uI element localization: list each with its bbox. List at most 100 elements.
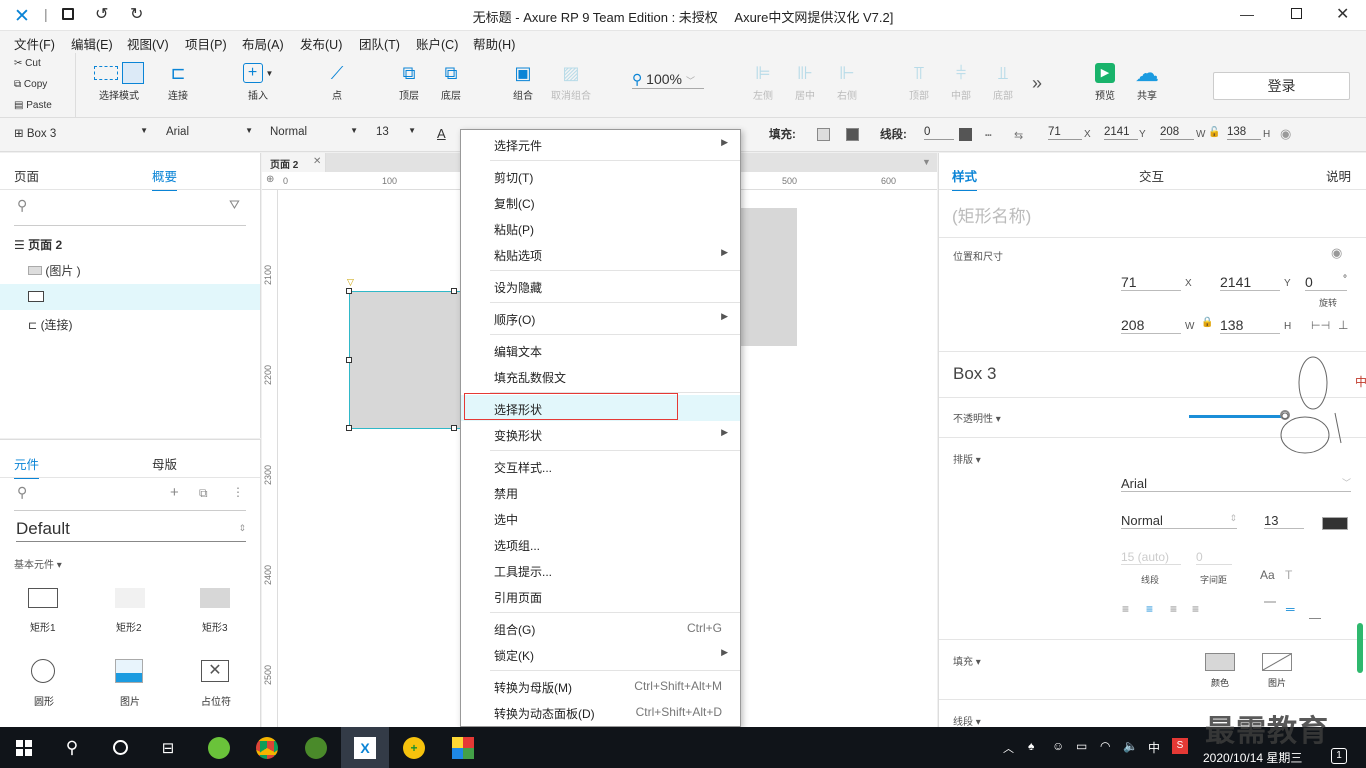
menu-view[interactable]: 视图(V)	[127, 31, 169, 53]
ctx-fill-lorem[interactable]: 填充乱数假文	[461, 363, 740, 389]
stroke-width-input[interactable]: 0	[924, 126, 954, 140]
widget-name-input[interactable]: (矩形名称)	[952, 202, 1031, 227]
line-height-field[interactable]: 15 (auto)	[1121, 550, 1181, 565]
more-vert-icon[interactable]: ⋮	[232, 485, 244, 499]
widget-style-select[interactable]: ⊞ Box 3 ▼	[14, 126, 148, 140]
align-bottom-button[interactable]: ⫫ 底部	[975, 59, 1031, 103]
opacity-slider-track[interactable]	[1189, 415, 1285, 418]
select-mode-button[interactable]: 选择模式	[90, 59, 148, 102]
menu-edit[interactable]: 编辑(E)	[71, 31, 113, 53]
arrow-style-icon[interactable]: ⇆	[1014, 129, 1023, 142]
copy-button[interactable]: ⧉ Copy	[14, 79, 47, 90]
side-widget-icon[interactable]: 中	[1355, 373, 1366, 390]
w-input[interactable]: 208	[1160, 126, 1194, 140]
app-green-icon[interactable]	[292, 727, 340, 768]
circle-widget-icon[interactable]	[31, 659, 55, 683]
tab-widgets[interactable]: 元件	[14, 454, 40, 479]
more-chevron-icon[interactable]: »	[1032, 73, 1042, 94]
ctx-reference-page[interactable]: 引用页面	[461, 583, 740, 609]
font-size-select[interactable]: 13 ▼	[376, 126, 416, 138]
app-tiles-icon[interactable]	[439, 727, 487, 768]
align-center-text-icon[interactable]: ≡	[1146, 602, 1153, 616]
resize-handle[interactable]	[451, 288, 457, 294]
paste-button[interactable]: ▤ Paste	[14, 100, 52, 111]
align-left-text-icon[interactable]: ≡	[1122, 602, 1129, 616]
typography-label[interactable]: 排版 ▾	[953, 451, 981, 466]
resize-handle[interactable]	[346, 357, 352, 363]
connect-button[interactable]: ⊏ 连接	[150, 59, 206, 103]
qq-icon[interactable]: ☺	[1052, 739, 1064, 753]
corner-radius-handle-icon[interactable]: ▽	[347, 277, 354, 288]
menu-project[interactable]: 项目(P)	[185, 31, 227, 53]
tab-notes[interactable]: 说明	[1326, 166, 1351, 185]
tray-chevron-icon[interactable]: ︿	[1003, 740, 1014, 756]
menu-help[interactable]: 帮助(H)	[473, 31, 515, 53]
search-icon[interactable]: ⚲	[17, 197, 27, 214]
ctx-copy[interactable]: 复制(C)	[461, 189, 740, 215]
ctx-convert-master[interactable]: 转换为母版(M) Ctrl+Shift+Alt+M	[461, 673, 740, 699]
font-family-select[interactable]: Arial ▼	[166, 126, 253, 138]
send-to-back-button[interactable]: ⧉ 底层	[423, 59, 479, 103]
wifi-icon[interactable]: ◠	[1100, 739, 1110, 753]
battery-icon[interactable]: ▭	[1076, 739, 1087, 753]
font-family-field[interactable]: Arial ﹀	[1121, 476, 1351, 492]
valign-middle-icon[interactable]: ═	[1286, 602, 1295, 616]
share-button[interactable]: ☁ 共享	[1119, 59, 1175, 103]
ctx-tooltip[interactable]: 工具提示...	[461, 557, 740, 583]
ctx-interaction-styles[interactable]: 交互样式...	[461, 453, 740, 479]
library-copy-icon[interactable]: ⧉	[199, 486, 208, 501]
windows-start-icon[interactable]	[0, 727, 48, 768]
valign-bottom-icon[interactable]: ⎽	[1309, 605, 1321, 620]
ctx-edit-text[interactable]: 编辑文本	[461, 337, 740, 363]
eye-icon[interactable]: ◉	[1331, 245, 1342, 261]
tab-page2[interactable]: 页面 2 ✕	[262, 153, 326, 172]
y-field[interactable]: 2141	[1220, 274, 1280, 291]
library-select[interactable]: Default ⇕	[16, 519, 246, 542]
resize-handle[interactable]	[346, 288, 352, 294]
placeholder-widget-icon[interactable]: ✕	[201, 660, 229, 682]
image-widget-icon[interactable]	[115, 659, 143, 683]
ctx-select-shape[interactable]: 选择形状	[461, 393, 740, 421]
y-input[interactable]: 2141	[1104, 126, 1138, 140]
fill-shadow-swatch[interactable]	[846, 128, 859, 141]
image-widget-shape[interactable]	[740, 208, 797, 346]
font-weight-select[interactable]: Normal ▼	[270, 126, 358, 138]
outline-item-connector[interactable]: ⊏ (连接)	[28, 316, 73, 333]
chrome-icon[interactable]	[243, 727, 291, 768]
rectangle2-widget-icon[interactable]	[115, 588, 145, 608]
volume-icon[interactable]: 🔈	[1123, 739, 1138, 753]
font-color-icon[interactable]: A	[437, 126, 446, 141]
fill-color-swatch[interactable]	[817, 128, 830, 141]
tab-outline[interactable]: 概要	[152, 166, 178, 191]
close-tab-icon[interactable]: ✕	[313, 156, 321, 167]
ctx-cut[interactable]: 剪切(T)	[461, 163, 740, 189]
rectangle1-widget-icon[interactable]	[28, 588, 58, 608]
ctx-option-group[interactable]: 选项组...	[461, 531, 740, 557]
font-color-swatch[interactable]	[1322, 517, 1348, 530]
basic-widgets-section[interactable]: 基本元件 ▾	[14, 556, 62, 571]
app-plus-icon[interactable]: +	[390, 727, 438, 768]
ungroup-button[interactable]: ▨ 取消组合	[543, 59, 599, 103]
fill-image-swatch[interactable]	[1262, 653, 1292, 671]
menu-team[interactable]: 团队(T)	[359, 31, 400, 53]
sogou-ime-icon[interactable]: S	[1172, 738, 1188, 754]
notification-badge[interactable]: 1	[1331, 748, 1347, 764]
stroke-section-label[interactable]: 线段 ▾	[953, 713, 981, 728]
menu-layout[interactable]: 布局(A)	[242, 31, 284, 53]
align-right-text-icon[interactable]: ≡	[1170, 602, 1177, 616]
ime-indicator[interactable]: 中	[1148, 739, 1160, 756]
eye-icon[interactable]: ◉	[1280, 126, 1291, 142]
restore-button[interactable]	[1291, 8, 1302, 19]
justify-text-icon[interactable]: ≡	[1192, 602, 1199, 616]
ctx-paste[interactable]: 粘贴(P)	[461, 215, 740, 241]
letter-spacing-field[interactable]: 0	[1196, 550, 1232, 565]
search-icon[interactable]: ⚲	[17, 484, 27, 501]
lock-aspect-icon[interactable]: 🔒	[1201, 317, 1213, 328]
rectangle3-widget-icon[interactable]	[200, 588, 230, 608]
cut-button[interactable]: ✂ Cut	[14, 58, 41, 69]
x-input[interactable]: 71	[1048, 126, 1082, 140]
resize-handle[interactable]	[346, 425, 352, 431]
app-360-icon[interactable]	[195, 727, 243, 768]
tab-list-icon[interactable]: ▼	[922, 157, 931, 167]
fill-color-swatch[interactable]	[1205, 653, 1235, 671]
